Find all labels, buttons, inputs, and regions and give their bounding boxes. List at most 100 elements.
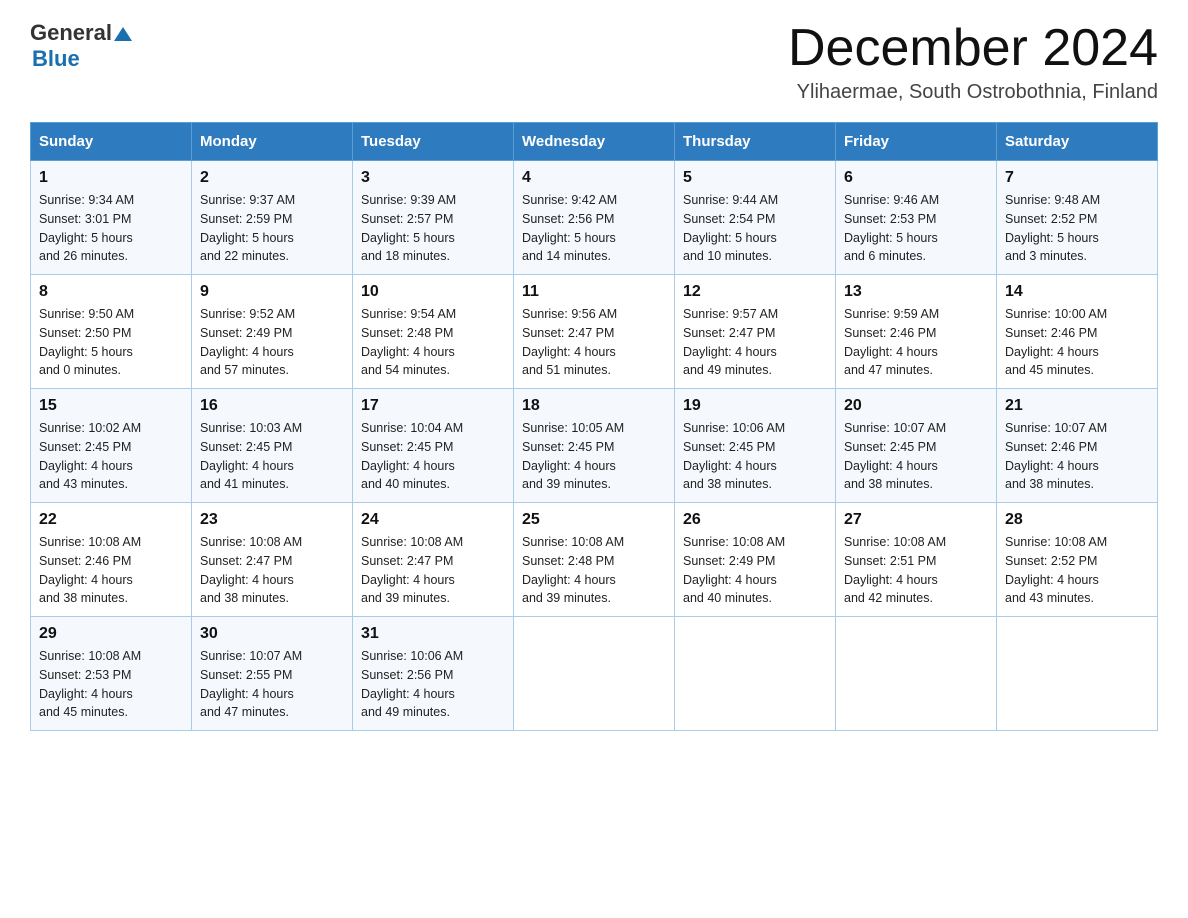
calendar-body: 1Sunrise: 9:34 AMSunset: 3:01 PMDaylight… [31,161,1158,731]
logo-general-text: General [30,20,112,46]
day-info: Sunrise: 10:08 AMSunset: 2:51 PMDaylight… [844,533,988,608]
day-info: Sunrise: 9:39 AMSunset: 2:57 PMDaylight:… [361,191,505,266]
calendar-cell: 22Sunrise: 10:08 AMSunset: 2:46 PMDaylig… [31,503,192,617]
calendar-cell: 21 Sunrise: 10:07 AMSunset: 2:46 PMDaylig… [997,389,1158,503]
month-title: December 2024 [788,20,1158,77]
day-number: 29 [39,625,183,643]
day-number: 2 [200,169,344,187]
day-info: Sunrise: 9:52 AMSunset: 2:49 PMDaylight:… [200,305,344,380]
day-number: 3 [361,169,505,187]
calendar-cell: 29Sunrise: 10:08 AMSunset: 2:53 PMDaylig… [31,617,192,731]
calendar-cell: 10 Sunrise: 9:54 AMSunset: 2:48 PMDayligh… [353,275,514,389]
day-number: 1 [39,169,183,187]
calendar-cell [836,617,997,731]
calendar-cell [675,617,836,731]
day-info: Sunrise: 9:59 AMSunset: 2:46 PMDaylight:… [844,305,988,380]
calendar-cell: 28 Sunrise: 10:08 AMSunset: 2:52 PMDaylig… [997,503,1158,617]
weekday-header-sunday: Sunday [31,123,192,161]
day-info: Sunrise: 10:00 AMSunset: 2:46 PMDaylight… [1005,305,1149,380]
day-number: 25 [522,511,666,529]
calendar-cell: 19 Sunrise: 10:06 AMSunset: 2:45 PMDaylig… [675,389,836,503]
weekday-header-friday: Friday [836,123,997,161]
day-number: 7 [1005,169,1149,187]
day-info: Sunrise: 10:08 AMSunset: 2:52 PMDaylight… [1005,533,1149,608]
weekday-header-monday: Monday [192,123,353,161]
day-info: Sunrise: 10:08 AMSunset: 2:46 PMDaylight… [39,533,183,608]
day-info: Sunrise: 10:04 AMSunset: 2:45 PMDaylight… [361,419,505,494]
calendar-cell: 17 Sunrise: 10:04 AMSunset: 2:45 PMDaylig… [353,389,514,503]
calendar-cell: 11 Sunrise: 9:56 AMSunset: 2:47 PMDayligh… [514,275,675,389]
weekday-header-thursday: Thursday [675,123,836,161]
calendar-cell: 31Sunrise: 10:06 AMSunset: 2:56 PMDaylig… [353,617,514,731]
day-number: 19 [683,397,827,415]
day-number: 15 [39,397,183,415]
calendar-cell: 14Sunrise: 10:00 AMSunset: 2:46 PMDaylig… [997,275,1158,389]
weekday-header-saturday: Saturday [997,123,1158,161]
title-section: December 2024 Ylihaermae, South Ostrobot… [788,20,1158,104]
day-info: Sunrise: 9:56 AMSunset: 2:47 PMDaylight:… [522,305,666,380]
day-info: Sunrise: 10:05 AMSunset: 2:45 PMDaylight… [522,419,666,494]
day-info: Sunrise: 9:54 AMSunset: 2:48 PMDaylight:… [361,305,505,380]
day-info: Sunrise: 10:08 AMSunset: 2:47 PMDaylight… [200,533,344,608]
calendar-cell: 16 Sunrise: 10:03 AMSunset: 2:45 PMDaylig… [192,389,353,503]
calendar-cell: 15 Sunrise: 10:02 AMSunset: 2:45 PMDaylig… [31,389,192,503]
day-number: 16 [200,397,344,415]
logo: General Blue [30,20,132,72]
calendar-cell: 18 Sunrise: 10:05 AMSunset: 2:45 PMDaylig… [514,389,675,503]
calendar-cell: 20 Sunrise: 10:07 AMSunset: 2:45 PMDaylig… [836,389,997,503]
calendar-week-row: 8 Sunrise: 9:50 AMSunset: 2:50 PMDaylight… [31,275,1158,389]
day-number: 9 [200,283,344,301]
day-number: 27 [844,511,988,529]
calendar-week-row: 1Sunrise: 9:34 AMSunset: 3:01 PMDaylight… [31,161,1158,275]
day-info: Sunrise: 10:07 AMSunset: 2:46 PMDaylight… [1005,419,1149,494]
calendar-cell: 27 Sunrise: 10:08 AMSunset: 2:51 PMDaylig… [836,503,997,617]
calendar-week-row: 15 Sunrise: 10:02 AMSunset: 2:45 PMDaylig… [31,389,1158,503]
calendar-cell: 9 Sunrise: 9:52 AMSunset: 2:49 PMDaylight… [192,275,353,389]
logo-arrow-icon [114,27,132,41]
calendar-cell: 7 Sunrise: 9:48 AMSunset: 2:52 PMDaylight… [997,161,1158,275]
day-info: Sunrise: 10:06 AMSunset: 2:45 PMDaylight… [683,419,827,494]
day-number: 17 [361,397,505,415]
day-number: 10 [361,283,505,301]
day-info: Sunrise: 10:07 AMSunset: 2:45 PMDaylight… [844,419,988,494]
day-info: Sunrise: 9:48 AMSunset: 2:52 PMDaylight:… [1005,191,1149,266]
day-number: 11 [522,283,666,301]
weekday-header-wednesday: Wednesday [514,123,675,161]
day-info: Sunrise: 9:37 AMSunset: 2:59 PMDaylight:… [200,191,344,266]
day-info: Sunrise: 10:08 AMSunset: 2:49 PMDaylight… [683,533,827,608]
day-info: Sunrise: 9:42 AMSunset: 2:56 PMDaylight:… [522,191,666,266]
calendar-cell: 1Sunrise: 9:34 AMSunset: 3:01 PMDaylight… [31,161,192,275]
calendar-cell: 24 Sunrise: 10:08 AMSunset: 2:47 PMDaylig… [353,503,514,617]
day-number: 5 [683,169,827,187]
logo-blue-text: Blue [32,46,132,72]
day-number: 18 [522,397,666,415]
day-number: 6 [844,169,988,187]
calendar-cell: 6 Sunrise: 9:46 AMSunset: 2:53 PMDaylight… [836,161,997,275]
day-number: 20 [844,397,988,415]
calendar-cell: 8 Sunrise: 9:50 AMSunset: 2:50 PMDaylight… [31,275,192,389]
day-number: 4 [522,169,666,187]
day-number: 23 [200,511,344,529]
calendar-cell: 26Sunrise: 10:08 AMSunset: 2:49 PMDaylig… [675,503,836,617]
day-number: 31 [361,625,505,643]
day-info: Sunrise: 9:57 AMSunset: 2:47 PMDaylight:… [683,305,827,380]
day-number: 24 [361,511,505,529]
day-number: 13 [844,283,988,301]
day-info: Sunrise: 10:08 AMSunset: 2:47 PMDaylight… [361,533,505,608]
day-number: 21 [1005,397,1149,415]
calendar-cell: 13 Sunrise: 9:59 AMSunset: 2:46 PMDayligh… [836,275,997,389]
day-info: Sunrise: 9:44 AMSunset: 2:54 PMDaylight:… [683,191,827,266]
day-number: 8 [39,283,183,301]
calendar-cell: 4 Sunrise: 9:42 AMSunset: 2:56 PMDaylight… [514,161,675,275]
day-info: Sunrise: 10:02 AMSunset: 2:45 PMDaylight… [39,419,183,494]
location-title: Ylihaermae, South Ostrobothnia, Finland [788,81,1158,104]
calendar-cell: 12 Sunrise: 9:57 AMSunset: 2:47 PMDayligh… [675,275,836,389]
day-info: Sunrise: 10:07 AMSunset: 2:55 PMDaylight… [200,647,344,722]
day-info: Sunrise: 10:08 AMSunset: 2:48 PMDaylight… [522,533,666,608]
day-number: 28 [1005,511,1149,529]
day-info: Sunrise: 10:03 AMSunset: 2:45 PMDaylight… [200,419,344,494]
day-info: Sunrise: 9:46 AMSunset: 2:53 PMDaylight:… [844,191,988,266]
calendar-week-row: 29Sunrise: 10:08 AMSunset: 2:53 PMDaylig… [31,617,1158,731]
day-info: Sunrise: 9:50 AMSunset: 2:50 PMDaylight:… [39,305,183,380]
day-number: 12 [683,283,827,301]
